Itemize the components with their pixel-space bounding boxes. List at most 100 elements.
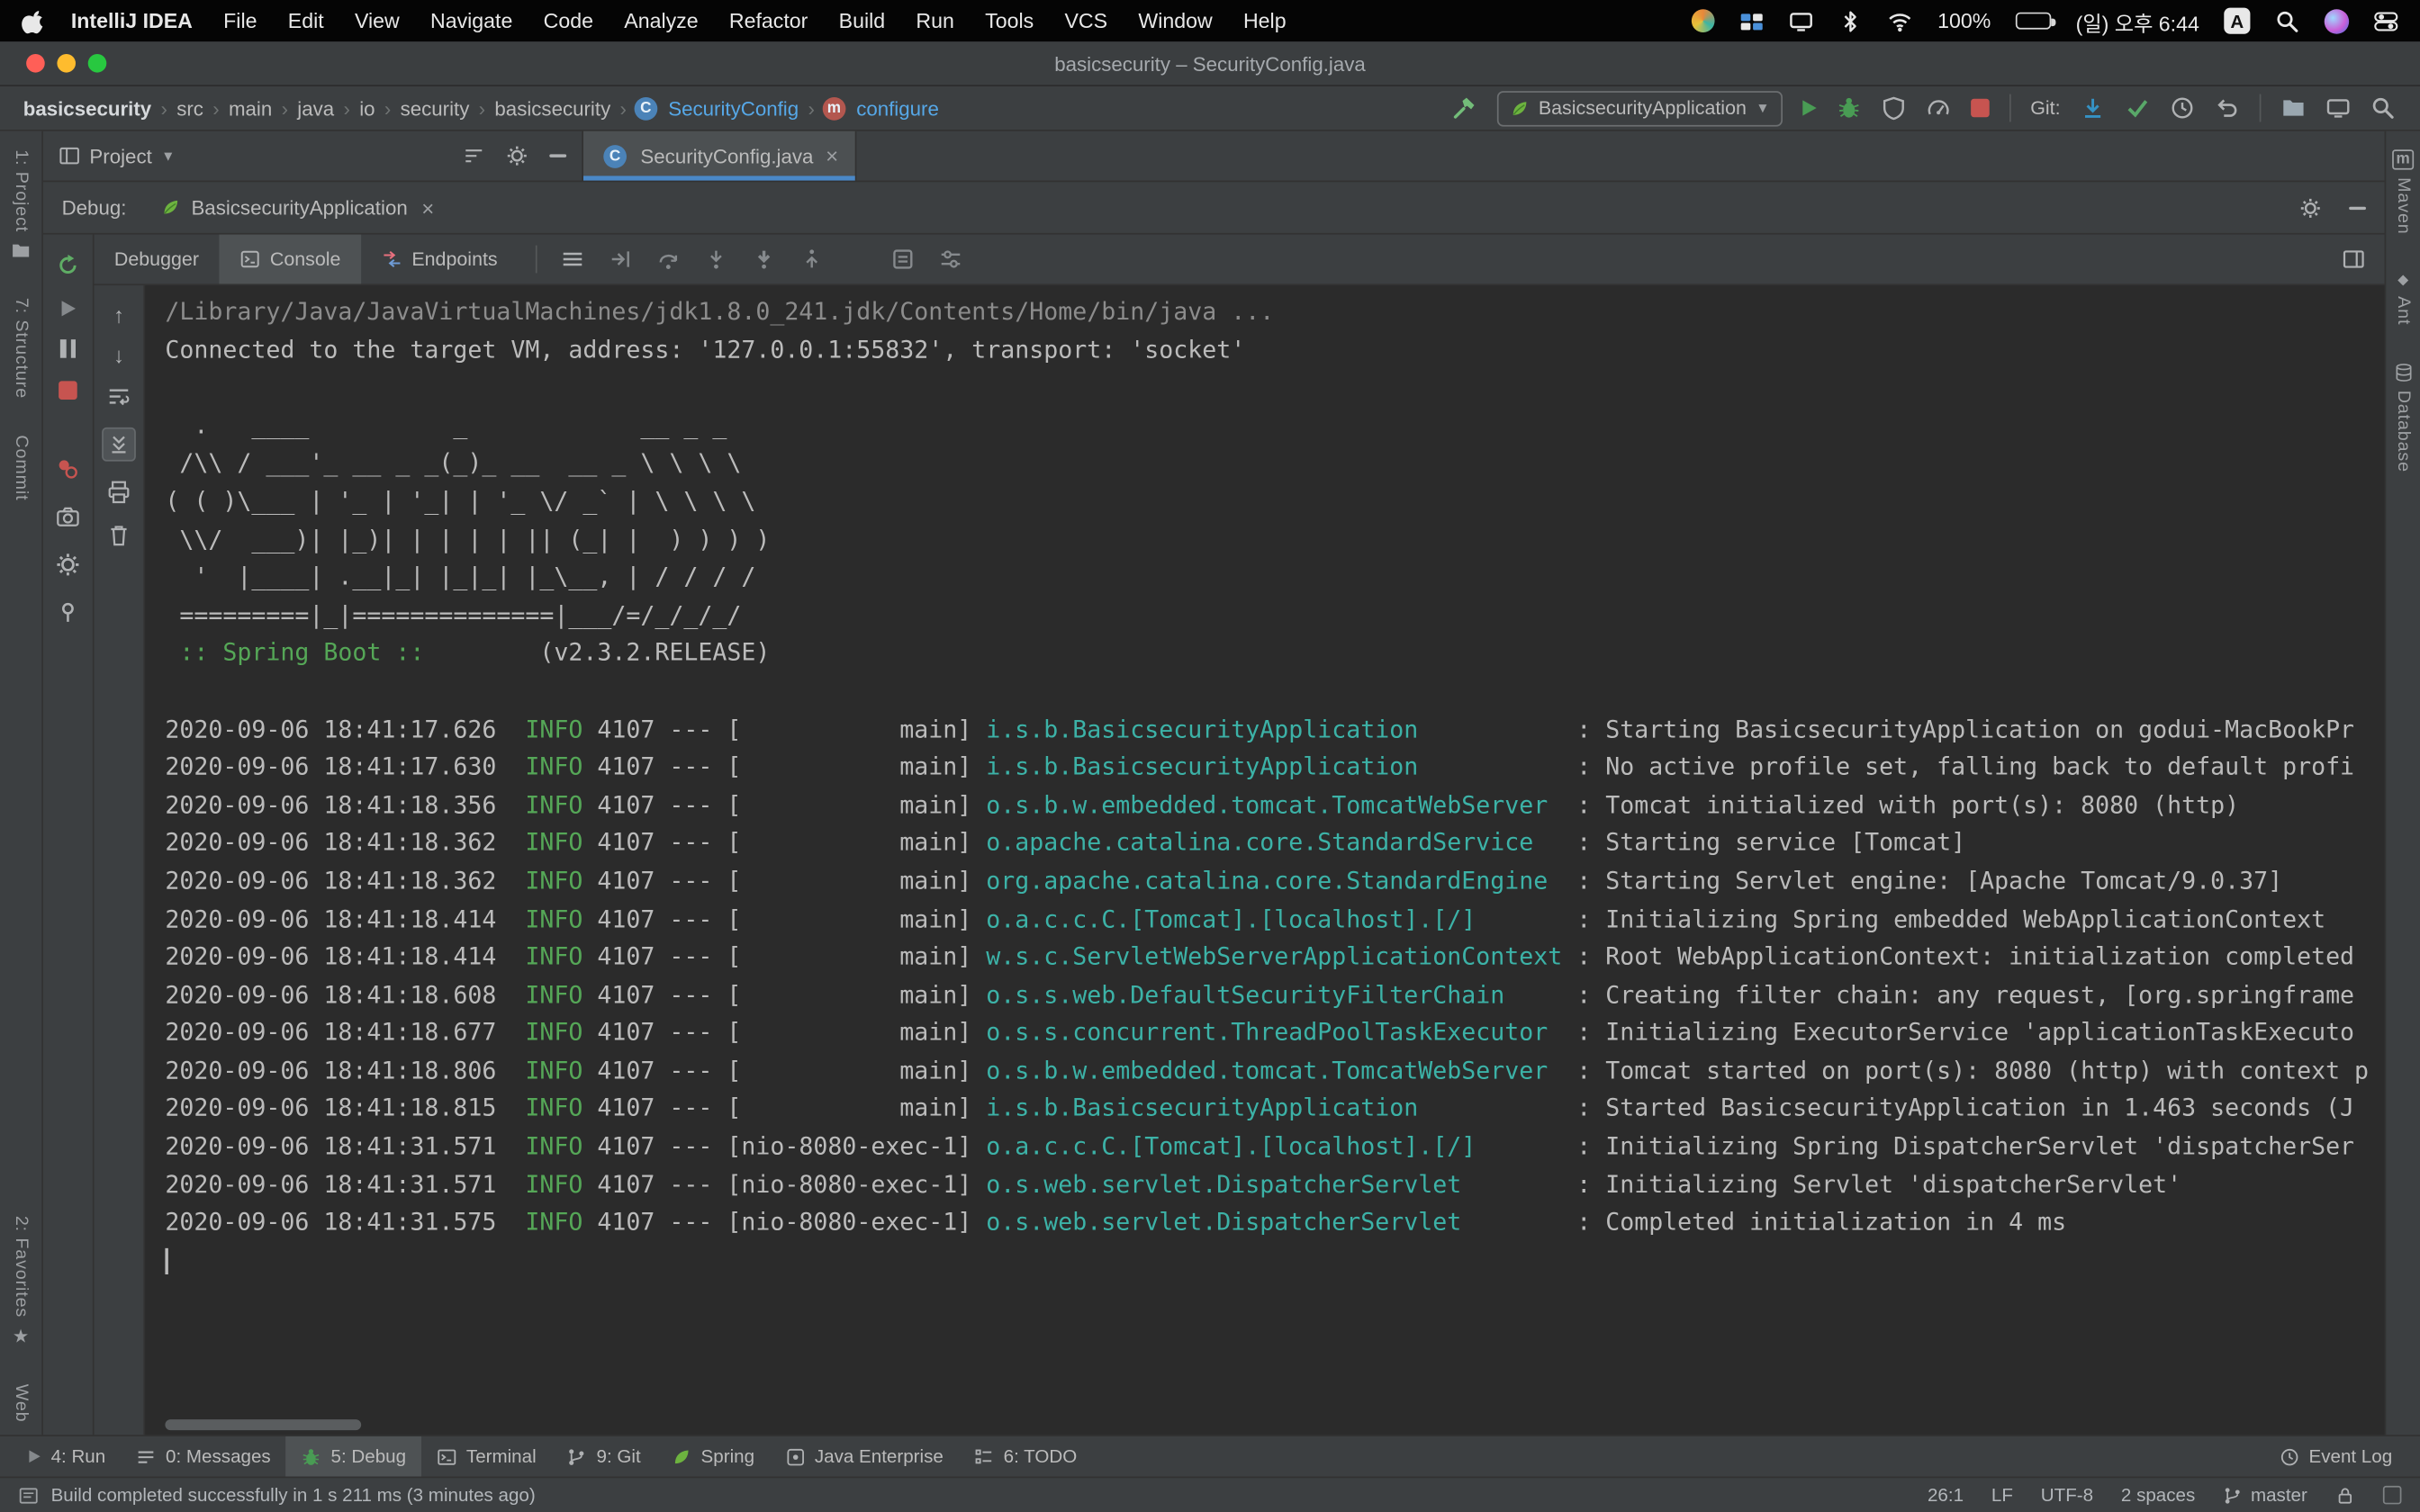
window-close-button[interactable] <box>26 54 45 73</box>
toolwindow-git[interactable]: 9: Git <box>552 1436 656 1477</box>
apple-menu-icon[interactable] <box>22 8 46 32</box>
breadcrumb-src[interactable]: src <box>172 96 208 120</box>
breadcrumb-io[interactable]: io <box>355 96 380 120</box>
clear-all-trash-icon[interactable] <box>106 523 131 547</box>
stop-button[interactable] <box>1970 99 1989 118</box>
step-over-icon[interactable] <box>656 247 681 271</box>
collapse-all-icon[interactable] <box>463 145 484 166</box>
show-execution-point-icon[interactable] <box>609 247 633 271</box>
tab-debugger[interactable]: Debugger <box>95 235 220 284</box>
breadcrumb-class[interactable]: SecurityConfig <box>664 96 803 120</box>
window-zoom-button[interactable] <box>88 54 107 73</box>
menu-help[interactable]: Help <box>1228 9 1302 32</box>
vcs-update-button[interactable] <box>2081 95 2105 120</box>
project-view-title[interactable]: Project <box>89 144 151 167</box>
editor-tab-securityconfig[interactable]: C SecurityConfig.java × <box>583 131 857 181</box>
force-step-into-icon[interactable] <box>753 247 777 271</box>
menu-navigate[interactable]: Navigate <box>415 9 528 32</box>
hide-debug-window-icon[interactable] <box>2349 206 2366 209</box>
toolwindow-debug[interactable]: 5: Debug <box>286 1436 421 1477</box>
caret-position-widget[interactable]: 26:1 <box>1928 1484 1964 1506</box>
sidebar-item-ant[interactable]: ◆ Ant <box>2394 272 2413 326</box>
run-button[interactable] <box>1802 100 1816 115</box>
horizontal-scrollbar[interactable] <box>165 1419 361 1430</box>
evaluate-expression-icon[interactable] <box>891 247 916 271</box>
sidebar-item-project[interactable]: 1: Project <box>11 149 31 260</box>
breadcrumb-method[interactable]: configure <box>852 96 944 120</box>
up-stack-trace-icon[interactable]: ↑ <box>113 304 124 326</box>
vcs-commit-button[interactable] <box>2126 95 2150 120</box>
display-icon[interactable] <box>1790 8 1814 32</box>
debug-settings-gear-button[interactable] <box>56 553 80 577</box>
sidebar-item-structure[interactable]: 7: Structure <box>12 297 31 398</box>
console-panel[interactable]: /Library/Java/JavaVirtualMachines/jdk1.8… <box>145 285 2384 1435</box>
sidebar-item-maven[interactable]: m Maven <box>2391 149 2415 234</box>
toolwindow-terminal[interactable]: Terminal <box>421 1436 552 1477</box>
menu-code[interactable]: Code <box>528 9 610 32</box>
search-everywhere-icon[interactable] <box>2370 95 2395 120</box>
menu-view[interactable]: View <box>339 9 415 32</box>
lock-icon[interactable] <box>2335 1485 2355 1505</box>
sidebar-item-commit[interactable]: Commit <box>12 435 31 500</box>
toolwindow-spring[interactable]: Spring <box>656 1436 770 1477</box>
sidebar-item-web[interactable]: Web <box>12 1384 31 1423</box>
bluetooth-icon[interactable] <box>1838 8 1863 32</box>
breadcrumb-java[interactable]: java <box>293 96 339 120</box>
breadcrumb-main[interactable]: main <box>224 96 277 120</box>
tab-endpoints[interactable]: Endpoints <box>361 235 518 284</box>
menu-tools[interactable]: Tools <box>970 9 1049 32</box>
chevron-down-icon[interactable]: ▼ <box>161 148 175 164</box>
breadcrumb-project[interactable]: basicsecurity <box>19 96 157 120</box>
resume-button[interactable] <box>61 301 75 316</box>
monitor-icon[interactable] <box>2325 95 2350 120</box>
vcs-rollback-button[interactable] <box>2215 95 2239 120</box>
line-ending-widget[interactable]: LF <box>1991 1484 2013 1506</box>
console-output[interactable]: /Library/Java/JavaVirtualMachines/jdk1.8… <box>145 285 2384 1280</box>
git-branch-widget[interactable]: master <box>2223 1484 2307 1506</box>
step-out-icon[interactable] <box>800 247 825 271</box>
status-notification-icon[interactable] <box>19 1485 39 1505</box>
indent-widget[interactable]: 2 spaces <box>2121 1484 2195 1506</box>
toolwindow-messages[interactable]: 0: Messages <box>121 1436 286 1477</box>
input-source-badge[interactable]: A <box>2224 8 2250 34</box>
scroll-to-end-toggle[interactable] <box>102 428 136 462</box>
hide-tool-window-icon[interactable] <box>549 154 566 157</box>
encoding-widget[interactable]: UTF-8 <box>2041 1484 2093 1506</box>
menu-edit[interactable]: Edit <box>273 9 339 32</box>
close-session-icon[interactable]: × <box>419 197 434 219</box>
layout-squares-icon[interactable] <box>1740 8 1765 32</box>
pin-tab-button[interactable] <box>56 600 80 625</box>
view-breakpoints-button[interactable] <box>56 456 80 481</box>
battery-icon[interactable] <box>2016 13 2051 30</box>
down-stack-trace-icon[interactable]: ↓ <box>113 344 124 365</box>
sidebar-item-favorites[interactable]: 2: Favorites ★ <box>12 1216 31 1347</box>
sidebar-item-database[interactable]: Database <box>2393 363 2413 472</box>
soft-wrap-icon[interactable] <box>106 384 131 409</box>
rerun-button[interactable] <box>56 253 80 277</box>
control-center-icon[interactable] <box>2374 8 2398 32</box>
wifi-icon[interactable] <box>1888 8 1912 32</box>
menu-app-name[interactable]: IntelliJ IDEA <box>56 9 208 32</box>
vcs-history-button[interactable] <box>2170 95 2194 120</box>
memory-indicator[interactable] <box>2383 1486 2402 1505</box>
menubar-clock[interactable]: (일) 오후 6:44 <box>2076 5 2199 36</box>
status-message[interactable]: Build completed successfully in 1 s 211 … <box>51 1484 536 1506</box>
toolwindow-event-log[interactable]: Event Log <box>2264 1436 2408 1477</box>
close-tab-icon[interactable]: × <box>823 145 838 166</box>
app-badge-icon[interactable] <box>1693 9 1716 32</box>
build-hammer-icon[interactable] <box>1452 95 1476 120</box>
print-icon[interactable] <box>106 480 131 504</box>
menu-build[interactable]: Build <box>824 9 901 32</box>
gear-icon[interactable] <box>2299 197 2321 219</box>
tab-console[interactable]: Console <box>219 235 361 284</box>
menu-analyze[interactable]: Analyze <box>609 9 714 32</box>
stop-debug-button[interactable] <box>59 381 77 400</box>
menu-file[interactable]: File <box>208 9 273 32</box>
window-minimize-button[interactable] <box>57 54 76 73</box>
toolwindow-run[interactable]: 4: Run <box>13 1436 122 1477</box>
siri-icon[interactable] <box>2325 8 2349 32</box>
menu-run[interactable]: Run <box>900 9 970 32</box>
menu-window[interactable]: Window <box>1123 9 1228 32</box>
restore-layout-icon[interactable] <box>2342 247 2366 271</box>
run-configuration-select[interactable]: BasicsecurityApplication ▼ <box>1497 90 1783 125</box>
